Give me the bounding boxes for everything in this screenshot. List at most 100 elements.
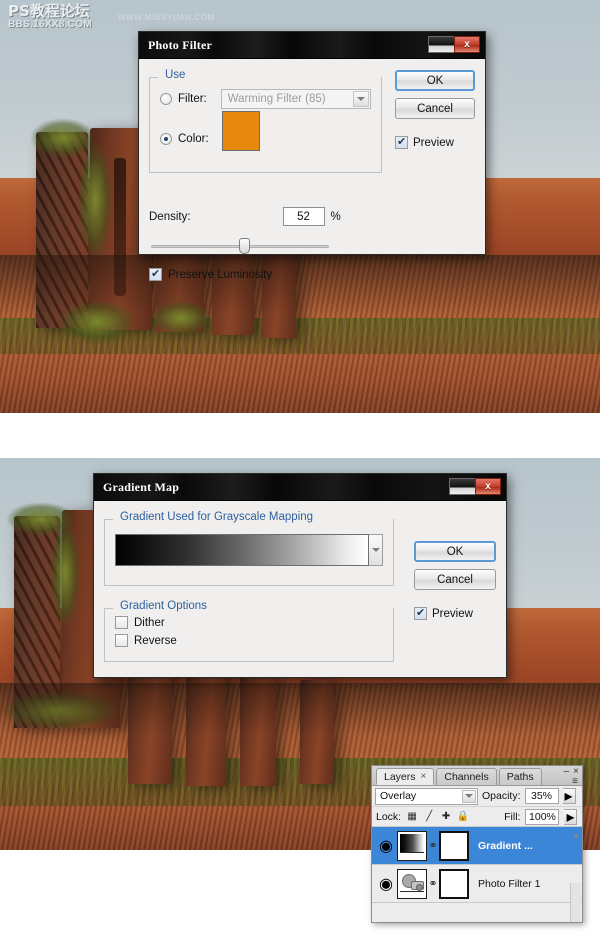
- ground-shadow-2: [0, 683, 600, 735]
- density-section: Density: 52 % Preserve Luminosity: [149, 207, 382, 281]
- tab-paths[interactable]: Paths: [498, 768, 542, 785]
- cancel-button[interactable]: Cancel: [395, 98, 475, 119]
- color-label: Color:: [178, 133, 209, 145]
- gradient-preview[interactable]: [115, 534, 369, 566]
- use-fieldset: Use Filter: Warming Filter (85) Color:: [149, 69, 382, 173]
- minimize-button-2[interactable]: [449, 478, 475, 495]
- preview-label-2: Preview: [432, 607, 473, 620]
- dither-row[interactable]: Dither: [115, 616, 383, 629]
- dither-label: Dither: [134, 616, 165, 629]
- filter-radio[interactable]: [160, 93, 172, 105]
- fill-spinner[interactable]: ▸: [564, 808, 578, 826]
- lock-row[interactable]: Lock: ▦ ╱ ✚ 🔒 Fill: 100% ▸: [372, 807, 582, 827]
- tab-layers-label: Layers: [384, 770, 416, 783]
- fill-value[interactable]: 100%: [525, 808, 560, 825]
- tab-channels[interactable]: Channels: [436, 768, 497, 785]
- photo-filter-dialog[interactable]: Photo Filter x Use Filter: Warming Filte…: [138, 31, 486, 281]
- preview-label: Preview: [413, 136, 454, 149]
- opacity-spinner[interactable]: ▸: [562, 788, 576, 805]
- gradient-picker[interactable]: [115, 534, 383, 566]
- preserve-luminosity-row[interactable]: Preserve Luminosity: [149, 266, 382, 281]
- blend-mode-select[interactable]: Overlay: [375, 787, 478, 805]
- density-row: Density: 52 %: [149, 207, 382, 226]
- panel-menu-icon[interactable]: ≡: [572, 776, 578, 787]
- chevron-down-icon-3[interactable]: [462, 789, 476, 803]
- scroll-up-icon[interactable]: ▲: [572, 831, 580, 840]
- chevron-down-icon[interactable]: [353, 91, 369, 107]
- gradient-map-thumb-icon[interactable]: [397, 830, 427, 861]
- panel-scrollbar[interactable]: [570, 883, 581, 922]
- visibility-eye-icon-2[interactable]: ◉: [375, 874, 397, 894]
- density-unit: %: [330, 210, 341, 223]
- link-icon-2[interactable]: ⚭: [427, 877, 439, 890]
- use-legend: Use: [160, 69, 191, 81]
- watermark-line-3: WWW.MISSYUAN.COM: [118, 13, 215, 22]
- preserve-luminosity-label: Preserve Luminosity: [168, 268, 273, 281]
- gradient-map-title: Gradient Map: [103, 479, 180, 494]
- photo-filter-actions: OK Cancel Preview: [395, 70, 475, 149]
- panel-minimize-icon[interactable]: –: [564, 767, 570, 777]
- photo-filter-thumb-icon[interactable]: [397, 868, 427, 899]
- gradient-map-window-controls[interactable]: x: [449, 478, 501, 495]
- density-slider[interactable]: [151, 238, 329, 254]
- minimize-button[interactable]: [428, 36, 454, 53]
- grayscale-mapping-fieldset: Gradient Used for Grayscale Mapping: [104, 511, 394, 586]
- close-icon[interactable]: x: [454, 36, 480, 53]
- photo-filter-titlebar[interactable]: Photo Filter x: [139, 32, 485, 59]
- blend-mode-row[interactable]: Overlay Opacity: 35% ▸: [372, 786, 582, 807]
- slider-thumb[interactable]: [238, 238, 250, 254]
- dither-checkbox[interactable]: [115, 616, 128, 629]
- color-row[interactable]: Color:: [160, 111, 371, 151]
- panel-tab-bar[interactable]: Layers × Channels Paths – × ≡: [372, 766, 582, 787]
- photo-filter-body: Use Filter: Warming Filter (85) Color: D…: [139, 59, 485, 281]
- gradient-map-dialog[interactable]: Gradient Map x Gradient Used for Graysca…: [93, 473, 507, 678]
- layer-row-gradient-map[interactable]: ◉ ⚭ Gradient ... ▲: [372, 827, 582, 865]
- filter-select-value: Warming Filter (85): [227, 93, 326, 105]
- cancel-button-2[interactable]: Cancel: [414, 569, 496, 590]
- preserve-luminosity-checkbox[interactable]: [149, 266, 162, 281]
- reverse-checkbox[interactable]: [115, 634, 128, 647]
- options-legend: Gradient Options: [115, 600, 212, 612]
- filter-row[interactable]: Filter: Warming Filter (85): [160, 89, 371, 109]
- opacity-value[interactable]: 35%: [524, 788, 559, 804]
- gradient-options-fieldset: Gradient Options Dither Reverse: [104, 600, 394, 662]
- move-lock-icon[interactable]: ✚: [440, 811, 452, 823]
- moss-patch-2: [78, 140, 112, 260]
- close-icon-2[interactable]: x: [475, 478, 501, 495]
- color-swatch[interactable]: [222, 111, 260, 151]
- reverse-row[interactable]: Reverse: [115, 634, 383, 647]
- reverse-label: Reverse: [134, 634, 177, 647]
- filter-label: Filter:: [178, 93, 207, 105]
- brush-lock-icon[interactable]: ╱: [423, 811, 435, 823]
- photo-filter-window-controls[interactable]: x: [428, 36, 480, 53]
- color-radio[interactable]: [160, 133, 172, 145]
- preview-checkbox[interactable]: [395, 134, 408, 149]
- preview-row-2[interactable]: Preview: [414, 605, 496, 620]
- gradient-map-actions: OK Cancel Preview: [414, 541, 496, 620]
- mapping-legend: Gradient Used for Grayscale Mapping: [115, 511, 319, 523]
- transparency-lock-icon[interactable]: ▦: [406, 811, 418, 823]
- layer-mask-thumb[interactable]: [439, 830, 469, 861]
- gradient-map-body: Gradient Used for Grayscale Mapping Grad…: [94, 501, 506, 670]
- preview-checkbox-2[interactable]: [414, 605, 427, 620]
- tab-close-icon[interactable]: ×: [421, 771, 427, 782]
- all-lock-icon[interactable]: 🔒: [457, 811, 469, 823]
- chevron-down-icon-2[interactable]: [369, 534, 383, 566]
- watermark-line-2: BBS.16XX8.COM: [8, 18, 92, 30]
- layer-mask-thumb-2[interactable]: [439, 868, 469, 899]
- layer-name-2: Photo Filter 1: [478, 877, 541, 890]
- visibility-eye-icon[interactable]: ◉: [375, 836, 397, 856]
- ok-button[interactable]: OK: [395, 70, 475, 91]
- preview-row[interactable]: Preview: [395, 134, 475, 149]
- density-input[interactable]: 52: [282, 207, 325, 226]
- site-watermark: PS教程论坛 BBS.16XX8.COM WWW.MISSYUAN.COM: [8, 2, 214, 30]
- filter-select[interactable]: Warming Filter (85): [220, 89, 371, 109]
- ok-button-2[interactable]: OK: [414, 541, 496, 562]
- tab-paths-label: Paths: [506, 771, 534, 783]
- gradient-map-titlebar[interactable]: Gradient Map x: [94, 474, 506, 501]
- layers-panel[interactable]: Layers × Channels Paths – × ≡ Overlay Op…: [371, 765, 583, 923]
- layer-row-photo-filter[interactable]: ◉ ⚭ Photo Filter 1: [372, 865, 582, 903]
- tab-layers[interactable]: Layers ×: [376, 768, 435, 785]
- watermark-line-1: PS教程论坛: [8, 2, 90, 20]
- link-icon[interactable]: ⚭: [427, 839, 439, 852]
